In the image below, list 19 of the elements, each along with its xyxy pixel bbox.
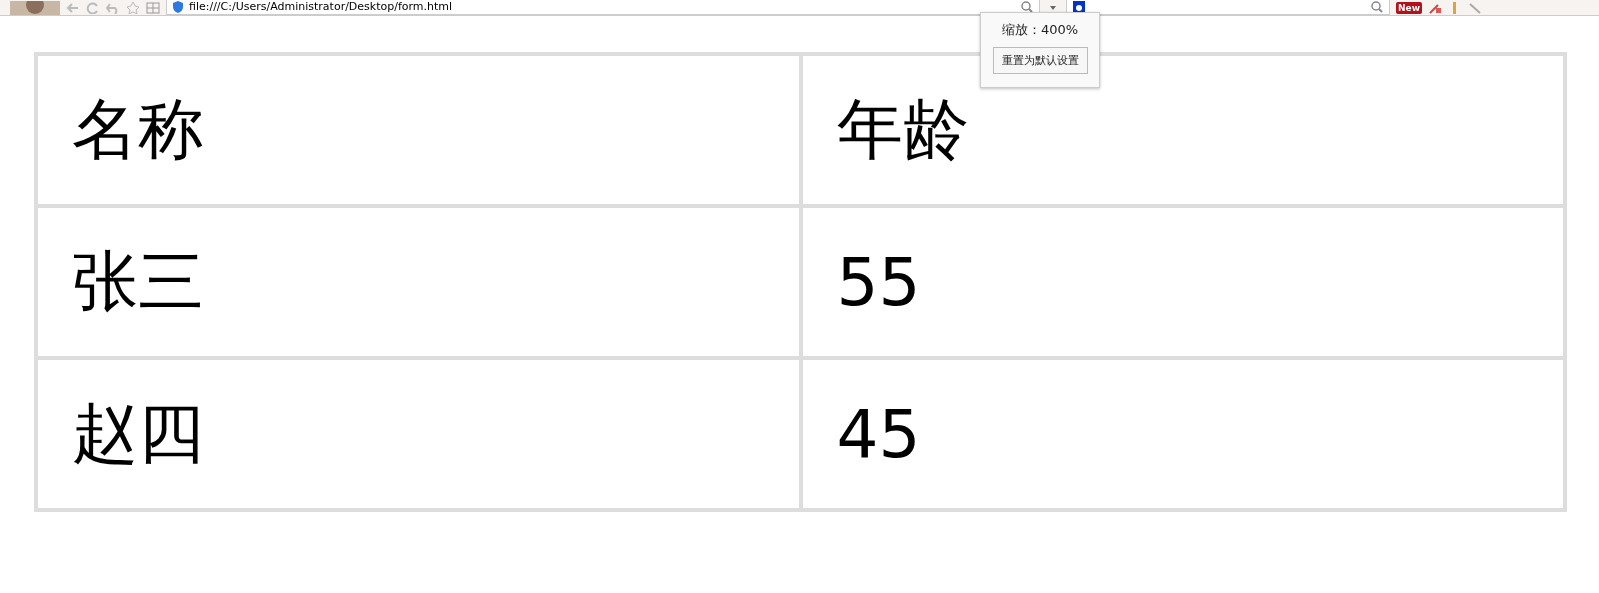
reset-zoom-button[interactable]: 重置为默认设置	[992, 47, 1088, 74]
table-header-cell: 名称	[36, 54, 801, 206]
table-cell: 55	[800, 206, 1565, 358]
avatar-icon[interactable]	[10, 0, 60, 15]
undo-icon[interactable]	[106, 1, 120, 14]
table-cell: 赵四	[36, 358, 801, 510]
zoom-icon[interactable]	[1021, 1, 1033, 13]
reload-icon[interactable]	[86, 1, 100, 14]
shield-icon	[173, 1, 183, 13]
star-icon[interactable]	[126, 1, 140, 14]
back-icon[interactable]	[66, 1, 80, 14]
new-badge[interactable]: New	[1396, 1, 1422, 14]
search-icon[interactable]	[1371, 1, 1383, 13]
address-field[interactable]: file:///C:/Users/Administrator/Desktop/form.html	[166, 0, 1040, 15]
grid-icon[interactable]	[146, 1, 160, 14]
search-field[interactable]	[1066, 0, 1390, 15]
table-cell: 45	[800, 358, 1565, 510]
zoom-level-label: 缩放：400%	[1001, 21, 1079, 39]
table-cell: 张三	[36, 206, 801, 358]
